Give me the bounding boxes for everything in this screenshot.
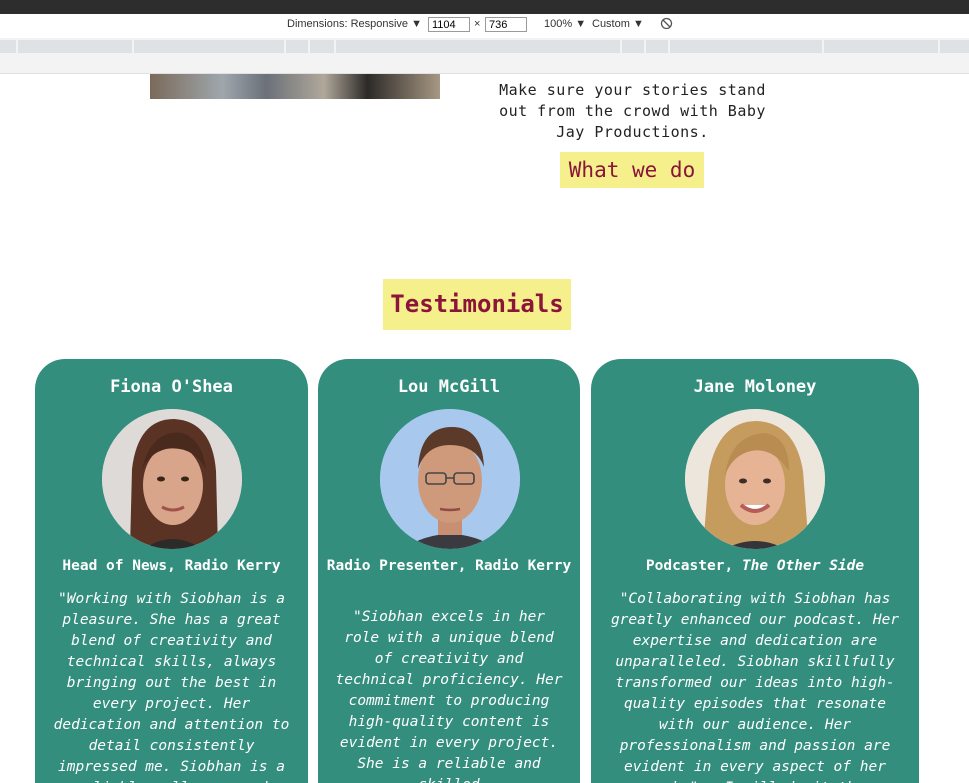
testimonial-quote: "Collaborating with Siobhan has greatly … bbox=[610, 591, 900, 783]
ruler-bar bbox=[0, 55, 969, 74]
testimonial-quote: "Siobhan excels in her role with a uniqu… bbox=[335, 609, 563, 783]
testimonial-role-prefix: Podcaster, bbox=[645, 558, 742, 574]
media-query-segment[interactable] bbox=[310, 40, 334, 53]
testimonials-heading: Testimonials bbox=[383, 279, 571, 330]
testimonial-role: Podcaster, The Other Side bbox=[599, 557, 911, 575]
hero-image bbox=[150, 74, 440, 99]
avatar bbox=[685, 409, 825, 549]
testimonial-quote: "Working with Siobhan is a pleasure. She… bbox=[53, 591, 290, 783]
times-separator: × bbox=[474, 18, 481, 30]
testimonial-card: Fiona O'Shea Head of News, Radio Kerry "… bbox=[35, 359, 308, 783]
podcast-title: The Other Side bbox=[741, 558, 865, 574]
throttle-dropdown[interactable]: Custom ▼ bbox=[592, 18, 644, 30]
media-query-segment[interactable] bbox=[940, 40, 969, 53]
media-query-segment[interactable] bbox=[336, 40, 620, 53]
avatar bbox=[380, 409, 520, 549]
media-query-segment[interactable] bbox=[670, 40, 822, 53]
media-query-segment[interactable] bbox=[18, 40, 132, 53]
browser-top-bar bbox=[0, 0, 969, 14]
media-query-segment[interactable] bbox=[0, 40, 16, 53]
avatar bbox=[102, 409, 242, 549]
dimensions-dropdown[interactable]: Dimensions: Responsive ▼ bbox=[287, 18, 422, 30]
testimonial-name: Jane Moloney bbox=[693, 377, 817, 397]
device-toolbar: Dimensions: Responsive ▼ × 100% ▼ Custom… bbox=[0, 14, 969, 39]
testimonial-name: Lou McGill bbox=[397, 377, 501, 397]
media-query-bar[interactable] bbox=[0, 38, 969, 55]
hero-tagline: Make sure your stories stand out from th… bbox=[480, 80, 785, 143]
media-query-segment[interactable] bbox=[286, 40, 308, 53]
media-query-segment[interactable] bbox=[134, 40, 284, 53]
rotate-disable-icon[interactable] bbox=[660, 17, 673, 33]
testimonial-card: Lou McGill Radio Presenter, Radio Kerry … bbox=[318, 359, 580, 783]
media-query-segment[interactable] bbox=[646, 40, 668, 53]
testimonial-name: Fiona O'Shea bbox=[110, 377, 233, 397]
zoom-dropdown[interactable]: 100% ▼ bbox=[544, 18, 586, 30]
testimonial-role: Head of News, Radio Kerry bbox=[62, 558, 281, 574]
hero-tagline-line: Make sure your stories stand bbox=[499, 81, 766, 99]
testimonial-card: Jane Moloney Podcaster, The Other Side "… bbox=[591, 359, 919, 783]
hero-tagline-line: Jay Productions. bbox=[556, 123, 709, 141]
what-we-do-button[interactable]: What we do bbox=[560, 152, 704, 188]
media-query-segment[interactable] bbox=[622, 40, 644, 53]
viewport-width-input[interactable] bbox=[428, 17, 470, 32]
testimonial-role: Radio Presenter, Radio Kerry bbox=[326, 558, 572, 574]
viewport-height-input[interactable] bbox=[485, 17, 527, 32]
media-query-segment[interactable] bbox=[824, 40, 938, 53]
page-viewport: Make sure your stories stand out from th… bbox=[0, 74, 969, 783]
hero-tagline-line: out from the crowd with Baby bbox=[499, 102, 766, 120]
